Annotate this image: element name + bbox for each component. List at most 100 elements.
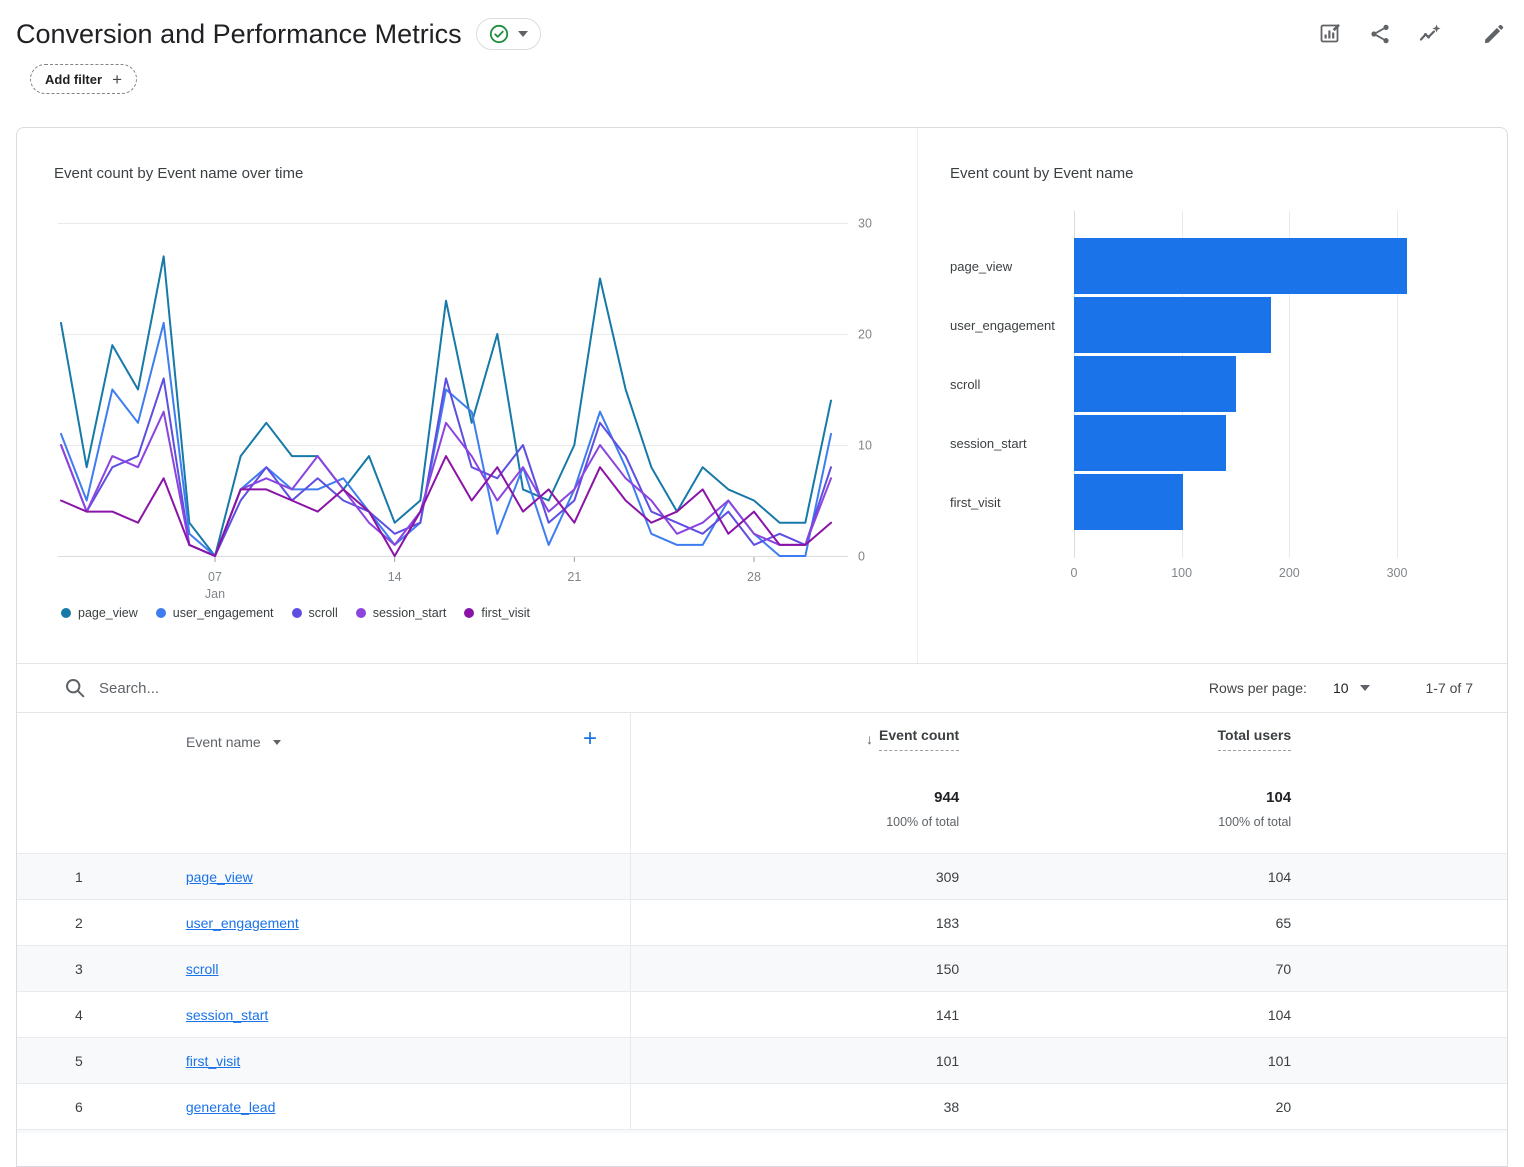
legend-item-first_visit: first_visit [464,606,530,620]
table-row: 2 user_engagement 183 65 [17,899,1507,945]
add-column-button[interactable]: + [583,727,597,751]
bar-scroll [1074,356,1236,412]
page-title: Conversion and Performance Metrics [16,19,462,50]
report-card: Event count by Event name over time 0102… [16,127,1508,1167]
y-axis-tick-label: 20 [858,328,872,342]
event-link[interactable]: scroll [186,961,219,977]
total-users-value: 101 [959,1053,1291,1069]
sort-caret-icon [273,740,281,745]
event-count-column-header[interactable]: ↓ Event count [866,727,959,751]
x-axis-tick-label: 14 [388,570,402,584]
table-row: 1 page_view 309 104 [17,853,1507,899]
legend-dot [292,608,302,618]
event-link[interactable]: page_view [186,869,253,885]
bar-category-label: session_start [950,415,1062,471]
line-chart-panel: Event count by Event name over time 0102… [17,128,918,663]
row-index: 3 [17,961,186,977]
event-count-value: 101 [631,1053,959,1069]
event-count-value: 150 [631,961,959,977]
bar-category-label: first_visit [950,474,1062,530]
x-axis-tick-label: 28 [747,570,761,584]
bar-x-tick-label: 0 [1049,566,1099,580]
bar-session_start [1074,415,1226,471]
event-count-value: 38 [631,1099,959,1115]
event-count-total: 944 [934,789,959,806]
line-chart-legend: page_viewuser_engagementscrollsession_st… [61,606,530,620]
table-row-partial [17,1129,1507,1133]
legend-label: user_engagement [173,606,274,620]
table-toolbar: Rows per page: 10 1-7 of 7 [17,663,1507,713]
edit-pencil-icon[interactable] [1482,22,1506,46]
rows-per-page-select[interactable]: 10 [1333,680,1370,696]
sort-descending-icon: ↓ [866,731,873,747]
legend-label: session_start [373,606,447,620]
total-users-value: 65 [959,915,1291,931]
legend-item-session_start: session_start [356,606,447,620]
table-body: 1 page_view 309 104 2 user_engagement 18… [17,853,1507,1133]
search-icon [64,677,86,699]
legend-item-user_engagement: user_engagement [156,606,274,620]
legend-dot [464,608,474,618]
legend-label: first_visit [481,606,530,620]
bar-chart-plot [1074,211,1494,558]
y-axis-tick-label: 0 [858,550,865,564]
rows-per-page-value: 10 [1333,680,1349,696]
legend-label: scroll [309,606,338,620]
search-input[interactable] [99,680,519,697]
x-axis-tick-label: 21 [567,570,581,584]
plus-icon: + [112,71,122,88]
add-filter-label: Add filter [45,72,102,87]
total-users-header-label: Total users [1218,727,1292,751]
y-axis-tick-label: 10 [858,439,872,453]
legend-dot [61,608,71,618]
event-link[interactable]: user_engagement [186,915,299,931]
total-users-column-header[interactable]: Total users [1218,727,1292,751]
line-chart-svg: 0 10 20 30 07 Jan 14 21 28 [58,203,874,603]
x-axis-month-label: Jan [205,587,225,601]
header-actions [1318,22,1506,46]
page-header: Conversion and Performance Metrics [0,0,1524,94]
bar-first_visit [1074,474,1183,530]
total-users-value: 70 [959,961,1291,977]
bar-chart-panel: Event count by Event name page_viewuser_… [918,128,1507,663]
table-row: 3 scroll 150 70 [17,945,1507,991]
customize-report-icon[interactable] [1318,22,1342,46]
bar-category-label: user_engagement [950,297,1062,353]
legend-dot [356,608,366,618]
report-status-badge[interactable] [476,18,541,50]
insights-icon[interactable] [1418,22,1442,46]
bar-user_engagement [1074,297,1271,353]
event-link[interactable]: first_visit [186,1053,240,1069]
chevron-down-icon [1360,685,1370,691]
event-count-value: 141 [631,1007,959,1023]
rows-per-page-label: Rows per page: [1209,680,1307,696]
legend-item-scroll: scroll [292,606,338,620]
bar-chart-title: Event count by Event name [950,165,1133,182]
bar-x-tick-label: 200 [1264,566,1314,580]
event-link[interactable]: generate_lead [186,1099,276,1115]
y-axis-tick-label: 30 [858,217,872,231]
line-series-user_engagement [61,323,831,556]
total-users-total: 104 [1266,789,1291,806]
row-index: 1 [17,869,186,885]
table-row: 4 session_start 141 104 [17,991,1507,1037]
table-row: 5 first_visit 101 101 [17,1037,1507,1083]
total-users-value: 104 [959,1007,1291,1023]
event-name-header-label: Event name [186,734,261,750]
event-name-column-header[interactable]: Event name [186,734,281,750]
event-count-header-label: Event count [879,727,959,751]
bar-page_view [1074,238,1407,294]
event-count-value: 309 [631,869,959,885]
line-series-first_visit [61,456,831,556]
pagination-range: 1-7 of 7 [1426,680,1473,696]
legend-dot [156,608,166,618]
row-index: 4 [17,1007,186,1023]
add-filter-button[interactable]: Add filter + [30,64,137,94]
total-users-total-pct: 100% of total [1218,815,1291,829]
bar-x-tick-label: 100 [1157,566,1207,580]
row-index: 5 [17,1053,186,1069]
x-axis-tick-label: 07 [208,570,222,584]
share-icon[interactable] [1368,22,1392,46]
chevron-down-icon [518,31,528,37]
event-link[interactable]: session_start [186,1007,268,1023]
